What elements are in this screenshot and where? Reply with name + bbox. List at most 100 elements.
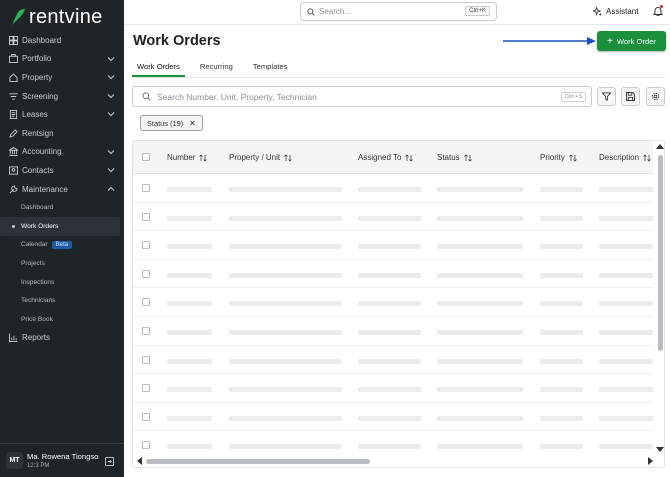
sidebar-item-label: Contacts (22, 165, 54, 175)
column-status[interactable]: Status (437, 153, 472, 162)
tab-recurring[interactable]: Recurring (195, 60, 238, 77)
scroll-down-icon[interactable] (656, 447, 664, 452)
filter-lines-icon (9, 92, 18, 101)
loading-placeholder (229, 272, 342, 278)
chart-icon (9, 333, 18, 343)
table-row[interactable] (133, 231, 653, 260)
row-checkbox[interactable] (142, 184, 150, 192)
table-row[interactable] (133, 374, 653, 403)
loading-placeholder (437, 301, 523, 307)
maintenance-sub-technicians[interactable]: Technicians (0, 291, 124, 310)
search-shortcut: Ctrl +S (561, 92, 586, 102)
loading-placeholder (167, 272, 212, 278)
work-order-search-input[interactable]: Search Number, Unit, Property, Technicia… (132, 86, 592, 107)
table-row[interactable] (133, 431, 653, 455)
column-assigned-to[interactable]: Assigned To (358, 153, 414, 162)
beta-badge: Beta (51, 240, 73, 249)
loading-placeholder (358, 415, 421, 421)
loading-placeholder (599, 358, 653, 364)
row-checkbox[interactable] (142, 269, 150, 278)
table-row[interactable] (133, 346, 653, 375)
maintenance-sub-projects[interactable]: Projects (0, 254, 124, 273)
sidebar-item-leases[interactable]: Leases (0, 105, 124, 124)
sidebar-item-portfolio[interactable]: Portfolio (0, 50, 124, 69)
scroll-right-icon[interactable] (648, 457, 653, 465)
table-row[interactable] (133, 203, 653, 232)
user-profile[interactable]: MT Ma. Rowena Tiongson 12:3 PM (0, 443, 124, 477)
column-label: Assigned To (358, 153, 402, 162)
global-search-input[interactable]: Search... Ctrl+K (300, 2, 497, 21)
maintenance-sub-inspections[interactable]: Inspections (0, 273, 124, 292)
loading-placeholder (599, 415, 653, 421)
sidebar-item-accounting[interactable]: Accounting (0, 143, 124, 162)
maintenance-sub-work-orders[interactable]: Work Orders (0, 216, 120, 236)
assistant-button[interactable]: Assistant (593, 7, 638, 16)
sidebar-item-reports[interactable]: Reports (0, 329, 124, 348)
loading-placeholder (437, 215, 523, 221)
bank-icon (9, 147, 18, 157)
search-icon (307, 7, 315, 16)
vertical-scroll-thumb[interactable] (658, 155, 663, 351)
chevron-down-icon (107, 112, 115, 117)
column-description[interactable]: Description (599, 153, 651, 162)
row-checkbox[interactable] (142, 241, 150, 250)
loading-placeholder (358, 387, 421, 393)
table-row[interactable] (133, 260, 653, 289)
column-label: Priority (540, 153, 565, 162)
sort-icon (643, 153, 651, 162)
close-icon[interactable]: ✕ (189, 119, 196, 128)
scroll-left-icon[interactable] (137, 457, 142, 465)
sidebar-item-contacts[interactable]: Contacts (0, 161, 124, 180)
loading-placeholder (540, 215, 583, 221)
table-row[interactable] (133, 317, 653, 346)
row-checkbox[interactable] (142, 212, 150, 221)
user-info: Ma. Rowena Tiongson 12:3 PM (27, 452, 99, 469)
loading-placeholder (229, 387, 342, 393)
select-all-checkbox[interactable] (142, 153, 150, 161)
row-checkbox[interactable] (142, 384, 150, 393)
table-row[interactable] (133, 403, 653, 432)
scroll-up-icon[interactable] (656, 144, 664, 149)
rentvine-logo[interactable]: rentvine (10, 6, 103, 28)
column-property-unit[interactable]: Property / Unit (229, 153, 292, 162)
settings-button[interactable] (646, 87, 665, 106)
horizontal-scroll-thumb[interactable] (146, 459, 370, 464)
sidebar-item-maintenance[interactable]: Maintenance (0, 180, 124, 199)
maintenance-sub-calendar[interactable]: Calendar Beta (0, 236, 124, 255)
loading-placeholder (358, 187, 421, 192)
row-checkbox[interactable] (142, 441, 150, 450)
table-header: Number Property / Unit Assigned To Statu… (133, 141, 664, 174)
sidebar-item-screening[interactable]: Screening (0, 87, 124, 106)
status-filter-chip[interactable]: Status (19) ✕ (140, 115, 203, 131)
row-checkbox[interactable] (142, 355, 150, 364)
column-number[interactable]: Number (167, 153, 208, 162)
new-work-order-button[interactable]: + Work Order (597, 31, 666, 51)
table-row[interactable] (133, 288, 653, 317)
loading-placeholder (229, 358, 342, 364)
maintenance-sub-dashboard[interactable]: Dashboard (0, 198, 124, 217)
loading-placeholder (358, 358, 421, 364)
sidebar-item-label: Portfolio (22, 54, 52, 64)
maintenance-sub-price-book[interactable]: Price Book (0, 310, 124, 329)
sidebar-item-property[interactable]: Property (0, 68, 124, 87)
avatar: MT (6, 452, 23, 469)
column-priority[interactable]: Priority (540, 153, 577, 162)
filter-button[interactable] (597, 87, 616, 106)
rentvine-leaf-icon (12, 9, 25, 25)
sidebar-item-rentsign[interactable]: Rentsign (0, 124, 124, 143)
column-label: Description (599, 153, 640, 162)
row-checkbox[interactable] (142, 412, 150, 421)
save-view-button[interactable] (621, 87, 640, 106)
tab-templates[interactable]: Templates (248, 60, 293, 77)
sidebar-item-label: Maintenance (22, 184, 68, 194)
logout-icon[interactable] (105, 457, 114, 466)
plus-icon: + (607, 35, 613, 47)
table-row[interactable] (133, 174, 653, 203)
loading-placeholder (599, 272, 653, 278)
sidebar-item-label: Screening (22, 91, 59, 101)
row-checkbox[interactable] (142, 298, 150, 307)
row-checkbox[interactable] (142, 327, 150, 335)
sidebar-item-dashboard[interactable]: Dashboard (0, 31, 124, 50)
tab-work-orders[interactable]: Work Orders (132, 60, 185, 77)
loading-placeholder (167, 330, 212, 335)
